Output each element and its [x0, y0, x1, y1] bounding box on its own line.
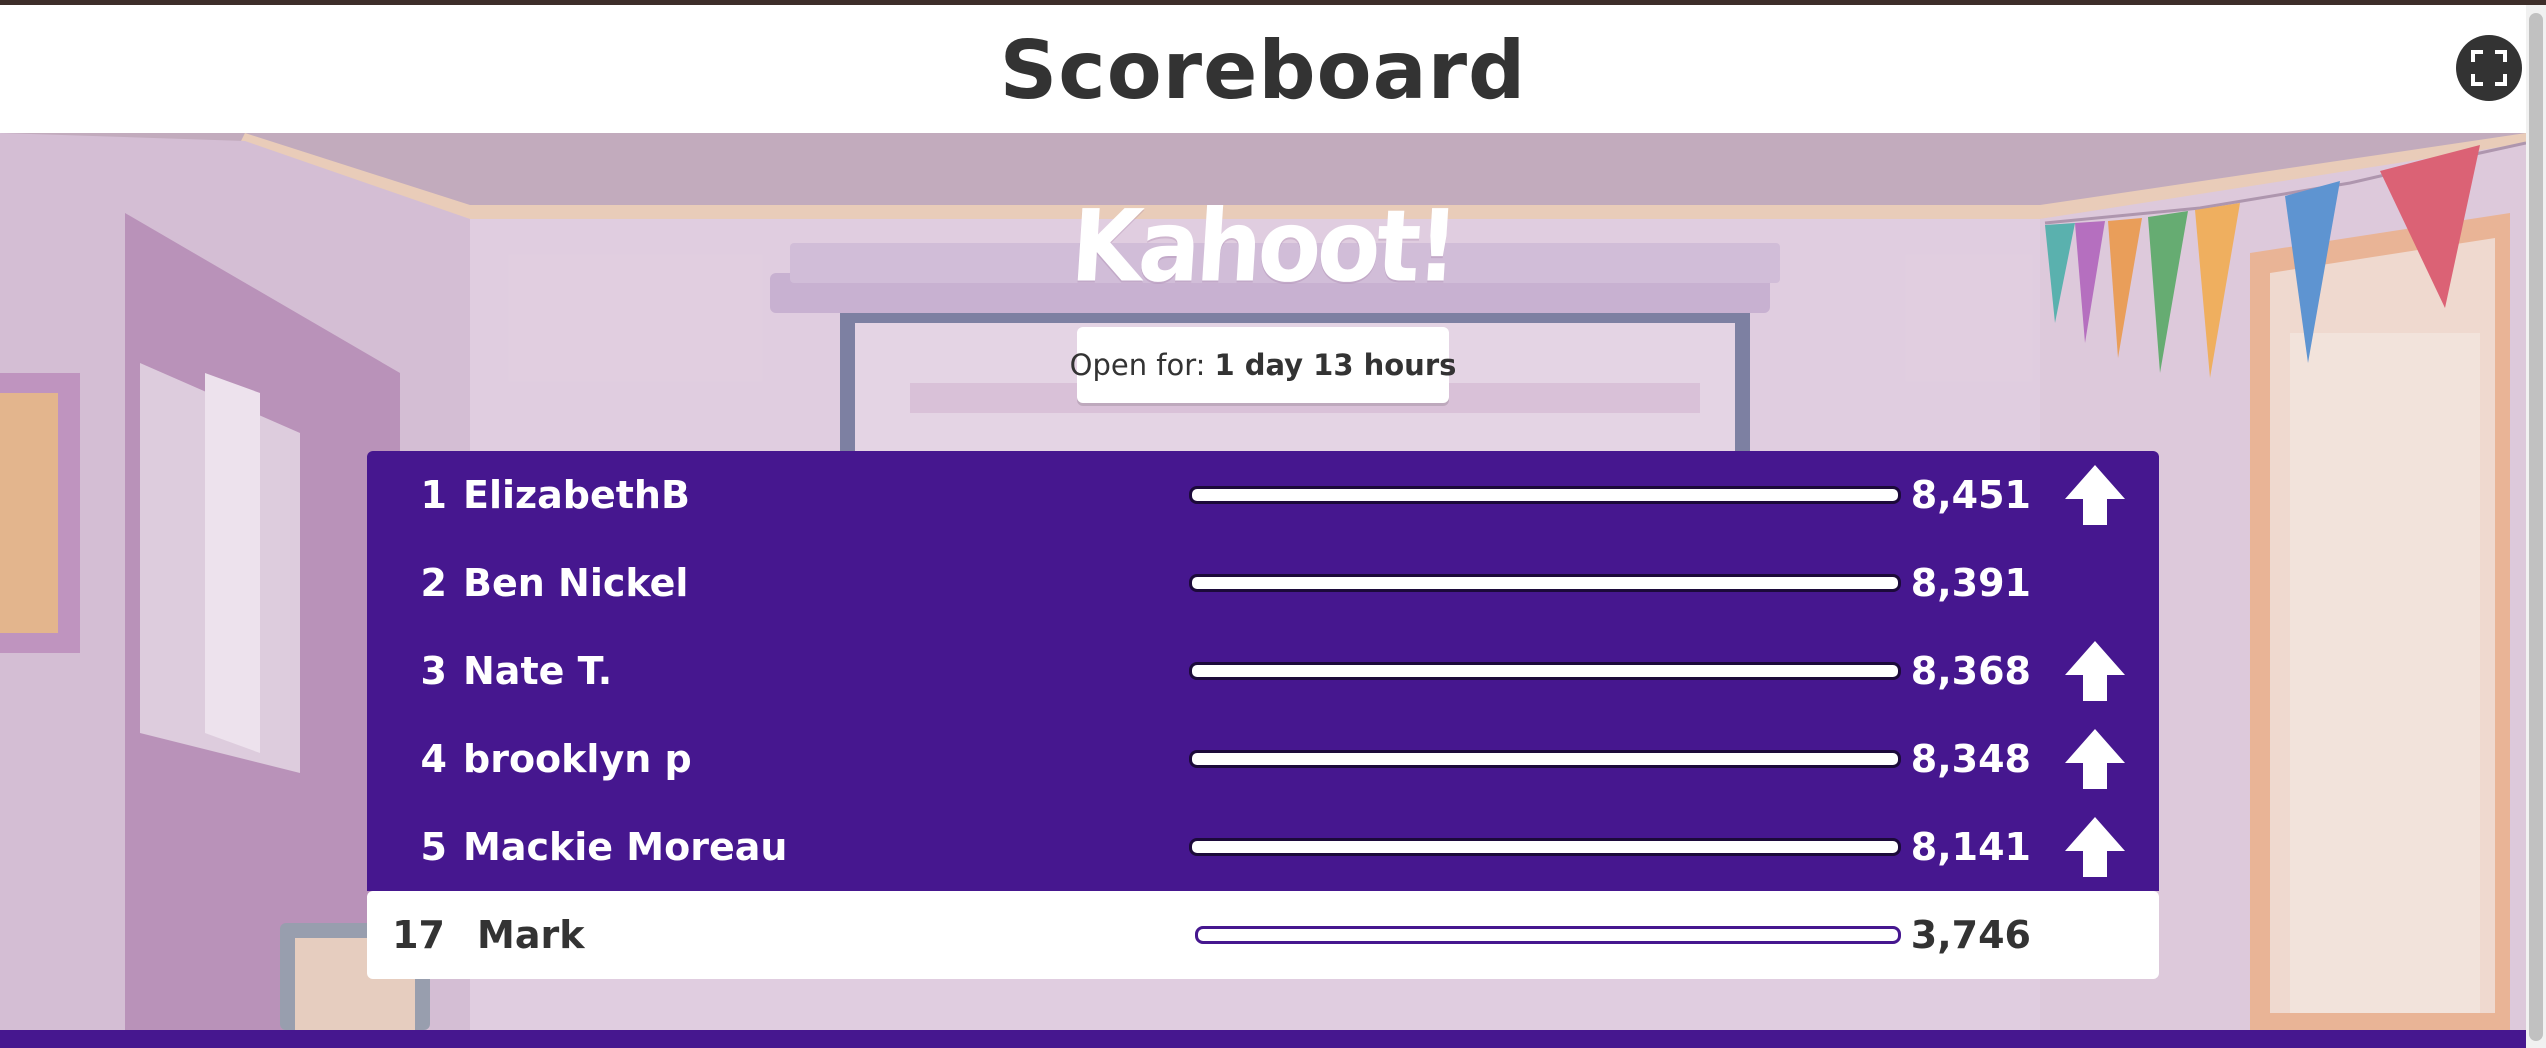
- leaderboard-row: 3 Nate T. 8,368: [367, 627, 2159, 715]
- player-score: 8,368: [1910, 649, 2031, 693]
- score-bar: [1195, 926, 1901, 944]
- player-rank: 17: [392, 913, 445, 957]
- player-score: 3,746: [1910, 913, 2031, 957]
- player-rank: 4: [420, 737, 447, 781]
- player-name: Mark: [477, 913, 585, 957]
- rank-up-arrow-icon: [2063, 727, 2127, 791]
- page-scrollbar[interactable]: [2526, 5, 2546, 1048]
- score-bar: [1189, 838, 1901, 856]
- leaderboard: 1 ElizabethB 8,451 2 Ben Nickel 8,391 3 …: [367, 451, 2159, 979]
- bottom-bar: [0, 1030, 2526, 1048]
- kahoot-logo: Kahoot!: [1067, 188, 1459, 305]
- page-title: Scoreboard: [999, 23, 1527, 117]
- player-name: ElizabethB: [463, 473, 690, 517]
- player-score: 8,451: [1910, 473, 2031, 517]
- leaderboard-row: 2 Ben Nickel 8,391: [367, 539, 2159, 627]
- scoreboard-stage: Kahoot! Open for: 1 day 13 hours 1 Eliza…: [0, 133, 2526, 1030]
- rank-up-arrow-icon: [2063, 639, 2127, 703]
- player-score: 8,141: [1910, 825, 2031, 869]
- page-header: Scoreboard: [0, 5, 2526, 133]
- player-name: brooklyn p: [463, 737, 692, 781]
- player-rank: 1: [420, 473, 447, 517]
- player-rank: 3: [420, 649, 447, 693]
- scrollbar-thumb[interactable]: [2529, 13, 2543, 1041]
- rank-up-arrow-icon: [2063, 815, 2127, 879]
- player-score: 8,391: [1910, 561, 2031, 605]
- score-bar: [1189, 662, 1901, 680]
- player-name: Ben Nickel: [463, 561, 689, 605]
- leaderboard-row: 5 Mackie Moreau 8,141: [367, 803, 2159, 891]
- score-bar: [1189, 750, 1901, 768]
- open-for-badge: Open for: 1 day 13 hours: [1070, 327, 1456, 403]
- fullscreen-icon: [2471, 50, 2507, 86]
- score-bar: [1189, 574, 1901, 592]
- fullscreen-button[interactable]: [2456, 35, 2522, 101]
- score-bar: [1189, 486, 1901, 504]
- player-rank: 5: [420, 825, 447, 869]
- player-name: Mackie Moreau: [463, 825, 788, 869]
- player-score: 8,348: [1910, 737, 2031, 781]
- leaderboard-row: 4 brooklyn p 8,348: [367, 715, 2159, 803]
- leaderboard-row: 1 ElizabethB 8,451: [367, 451, 2159, 539]
- player-name: Nate T.: [463, 649, 613, 693]
- player-rank: 2: [420, 561, 447, 605]
- rank-up-arrow-icon: [2063, 463, 2127, 527]
- current-player-row: 17 Mark 3,746: [367, 891, 2159, 979]
- open-for-label: Open for:: [1069, 348, 1206, 382]
- open-for-value: 1 day 13 hours: [1214, 348, 1457, 382]
